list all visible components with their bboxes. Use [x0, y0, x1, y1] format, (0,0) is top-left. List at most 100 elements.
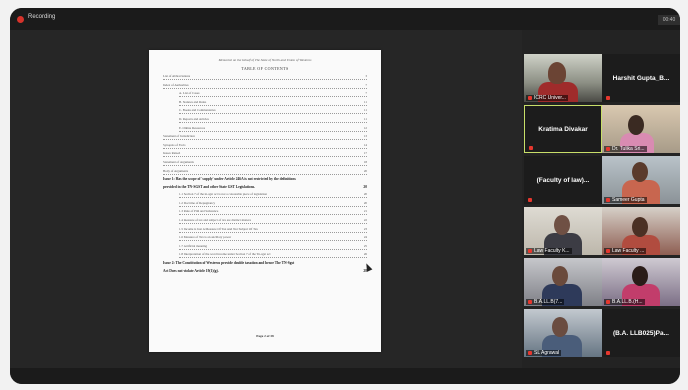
toc-entry-text: provided in the TN-SGST and other State … [163, 184, 256, 189]
toc-entry-page: 7 [365, 82, 367, 87]
participant-label: Sameer Gupta [604, 197, 647, 203]
participant-tile[interactable]: Harshit Gupta_B... [602, 54, 680, 102]
meeting-window: Recording 00:40 Memorial on the behalf o… [10, 8, 680, 384]
toc-entry: E. Online Resources 12 [179, 126, 367, 132]
mic-muted-icon [528, 96, 532, 100]
toc-entry-text: 1.4 measure of tax and subject of tax ar… [179, 218, 251, 222]
toc-entry: Body of Arguments 20 [163, 169, 367, 175]
participant-head [548, 62, 566, 84]
toc-entry-page: 18 [363, 160, 367, 164]
mic-muted-icon [528, 351, 532, 355]
page-number: Page 2 of 38 [256, 334, 274, 338]
participant-tile[interactable]: Kratima Divakar [524, 105, 602, 153]
toc-entry-page: 20 [363, 200, 367, 205]
participant-name: (B.A. LLB025)Pa... [613, 329, 669, 337]
toc-entry: Issues Raised 17 [163, 151, 367, 158]
toc-entry: C. Books and Commentaries 11 [179, 108, 367, 115]
toc-entry-text: 1.8 Interpretation of the word income un… [179, 252, 271, 257]
participant-tile[interactable]: (Faculty of law)... [524, 156, 602, 204]
participant-tile[interactable]: (B.A. LLB025)Pa... [602, 309, 680, 357]
toc-entry-page: 14 [363, 142, 367, 147]
toc-entry-page: 26 [363, 252, 367, 257]
participant-name: Law Faculty K... [534, 248, 570, 254]
toc-entry-text: Issues Raised [163, 151, 181, 156]
mic-muted-icon [528, 198, 532, 202]
toc-entry-page: 23 [363, 226, 367, 231]
participant-tile[interactable]: B.A.LL.B(7... [524, 258, 602, 306]
toc-entry-page: 20 [363, 184, 367, 189]
toc-entry-page: 20 [363, 168, 367, 173]
participant-label: Law Faculty ... [604, 248, 647, 254]
participant-tile[interactable]: Law Faculty ... [602, 207, 680, 255]
participant-name: Law Faculty ... [612, 248, 645, 254]
toc-entry: 1.4 measure of tax and subject of tax ar… [179, 218, 367, 224]
toc-entry-text: 1.3 Rule of Pith and Substance [179, 209, 219, 214]
mic-muted-icon [528, 249, 532, 253]
mic-muted-icon [606, 300, 610, 304]
participant-name: B.A.LL.B.(H... [612, 299, 643, 305]
participant-name: B.A.LL.B(7... [534, 299, 563, 305]
participant-name: Dr. Tulika Sri... [612, 146, 645, 152]
toc-entry-text: Act Does not violate Article 19(1)(g). [163, 268, 219, 273]
participant-head [632, 217, 648, 237]
toc-entry-text: A. List of Cases [179, 91, 200, 96]
toc-entry-text: Body of Arguments [163, 168, 189, 173]
toc-entry-text: 1.6 Measure of Tax is an ancillary power [179, 235, 232, 240]
toc-entry-page: 21 [363, 209, 367, 214]
participant-tile[interactable]: SL Agrawal [524, 309, 602, 357]
participant-label: Dr. Tulika Sri... [604, 146, 647, 152]
participant-head [552, 266, 568, 286]
participant-gallery: ICRC Univer... Harshit Gupta_B... Kratima … [524, 54, 680, 358]
toc-entry-text: Issue 2: The Constitution of Westeros pr… [163, 261, 295, 265]
participant-tile[interactable]: Sameer Gupta [602, 156, 680, 204]
toc-entry-page: 11 [363, 99, 367, 104]
meeting-timer: 00:40 [658, 15, 680, 25]
toc-entry: 1.2 Doctrine of Repugnancy 20 [179, 201, 367, 207]
recording-label[interactable]: Recording [28, 14, 55, 20]
toc-entry-page: 11 [363, 108, 367, 113]
participant-name: SL Agrawal [534, 350, 560, 356]
toc-entry: 1.7 Artificial meaning 25 [179, 244, 367, 250]
toc-entry-text: Statement of Jurisdiction [163, 134, 195, 139]
toc-entry-text: Issue 1: Has the scope of 'supply' under… [163, 177, 296, 182]
toc-entry-text: 1.7 Artificial meaning [179, 243, 208, 248]
mic-muted-icon [606, 351, 610, 355]
toc-entry-text: C. Books and Commentaries [179, 108, 216, 113]
toc-entry: Issue 2: The Constitution of Westeros pr… [163, 261, 367, 267]
toc-entry-text: D. Reports and Articles [179, 117, 209, 121]
participant-tile[interactable]: Dr. Tulika Sri... [602, 105, 680, 153]
toc-entry-page: 12 [363, 125, 367, 130]
participant-label: B.A.LL.B(7... [526, 299, 565, 305]
toc-entry-page: 11 [363, 117, 367, 121]
toc-entry: B. Statutes and Rules 11 [179, 100, 367, 106]
mic-muted-icon [606, 249, 610, 253]
toc-entry-page: 22 [363, 218, 367, 222]
toc-entry: 1.1 Section 7 of the tn-sgst act is not … [179, 192, 367, 199]
toc-entry-page: 20 [363, 192, 367, 197]
toc-entry-text: Statement of Arguments [163, 160, 194, 164]
mic-muted-icon [606, 96, 610, 100]
toc-entry: Index of Authorities 7 [163, 83, 367, 89]
participant-name: Kratima Divakar [538, 125, 588, 133]
participant-label: SL Agrawal [526, 350, 562, 356]
toc-entry-page: 24 [363, 235, 367, 240]
participant-tile[interactable]: ICRC Univer... [524, 54, 602, 102]
participant-tile[interactable]: Law Faculty K... [524, 207, 602, 255]
participant-name: Sameer Gupta [612, 197, 645, 203]
mic-muted-icon [606, 147, 610, 151]
document-title: Memorial on the behalf of The State of N… [218, 58, 312, 62]
participant-label: B.A.LL.B.(H... [604, 299, 645, 305]
toc-entry-page: 7 [365, 91, 367, 96]
toc-entry: 1.8 Interpretation of the word income un… [179, 252, 367, 259]
participant-tile[interactable]: B.A.LL.B.(H... [602, 258, 680, 306]
mic-muted-icon [606, 198, 610, 202]
toc-entry: 1.5 Income is Just A Measure Of Tax And … [179, 227, 367, 233]
shared-document: Memorial on the behalf of The State of N… [149, 50, 381, 352]
toc-entry: Statement of Jurisdiction 13 [163, 134, 367, 141]
toc-entry: 1.6 Measure of Tax is an ancillary power… [179, 235, 367, 242]
toc-entry-text: E. Online Resources [179, 125, 206, 130]
participant-head [554, 215, 570, 235]
participant-head [628, 115, 644, 135]
toc-entry-page: 13 [363, 134, 367, 139]
toc-entry: Synopsis of Facts 14 [163, 143, 367, 149]
